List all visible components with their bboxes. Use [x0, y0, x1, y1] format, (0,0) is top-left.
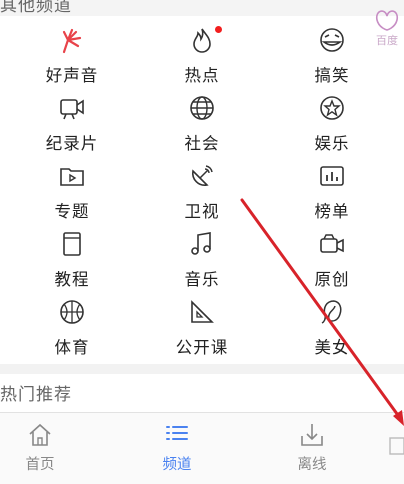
hot-recommend-title: 热门推荐	[0, 385, 72, 405]
channel-label: 美女	[314, 338, 350, 357]
hot-indicator-dot	[215, 26, 222, 33]
tab-home[interactable]: 首页	[0, 421, 85, 476]
folder-play-icon	[58, 162, 86, 190]
channel-grid: 好声音 热点 搞笑 纪录片 社会 娱乐 专题 卫视 榜单 教程 音乐 原创 体育…	[0, 22, 404, 362]
channel-item-tutorial[interactable]: 教程	[5, 226, 139, 294]
laugh-face-icon	[318, 26, 346, 54]
channel-item-topics[interactable]: 专题	[5, 158, 139, 226]
channel-item-original[interactable]: 原创	[265, 226, 399, 294]
tab-label: 离线	[297, 457, 327, 473]
channel-label: 体育	[54, 338, 90, 357]
channel-item-music[interactable]: 音乐	[135, 226, 269, 294]
edge-partial-icon	[388, 434, 404, 468]
channel-label: 搞笑	[314, 66, 350, 85]
video-camera-icon	[58, 94, 86, 122]
camcorder-icon	[318, 230, 346, 258]
channel-label: 热点	[184, 66, 220, 85]
channel-item-society[interactable]: 社会	[135, 90, 269, 158]
section-divider	[0, 364, 404, 374]
tab-label: 首页	[25, 457, 55, 473]
list-icon	[166, 426, 188, 440]
flame-icon	[188, 26, 222, 54]
channel-label: 娱乐	[314, 134, 350, 153]
channel-label: 音乐	[184, 270, 220, 289]
channel-item-entertainment[interactable]: 娱乐	[265, 90, 399, 158]
channel-label: 公开课	[175, 338, 229, 357]
channel-item-voice[interactable]: 好声音	[5, 22, 139, 90]
set-square-icon	[188, 298, 216, 326]
channel-item-funny[interactable]: 搞笑	[265, 22, 399, 90]
channel-label: 教程	[54, 270, 90, 289]
music-note-icon	[188, 230, 216, 258]
section-title: 其他频道	[0, 0, 72, 16]
basketball-icon	[58, 298, 86, 326]
channel-item-documentary[interactable]: 纪录片	[5, 90, 139, 158]
channel-item-open-course[interactable]: 公开课	[135, 294, 269, 362]
voice-hand-icon	[58, 26, 86, 54]
channel-label: 卫视	[184, 202, 220, 221]
download-icon	[301, 424, 323, 446]
bottom-tab-bar: 首页 频道 离线	[0, 412, 404, 484]
ranking-bars-icon	[318, 162, 346, 190]
channel-label: 榜单	[314, 202, 350, 221]
channel-label: 好声音	[45, 66, 99, 85]
channel-item-sports[interactable]: 体育	[5, 294, 139, 362]
channel-item-ranking[interactable]: 榜单	[265, 158, 399, 226]
channel-label: 专题	[54, 202, 90, 221]
channel-label: 社会	[184, 134, 220, 153]
book-icon	[58, 230, 86, 258]
tab-offline[interactable]: 离线	[267, 421, 357, 476]
globe-icon	[188, 94, 216, 122]
channel-item-hot[interactable]: 热点	[135, 22, 269, 90]
channel-item-beauty[interactable]: 美女	[265, 294, 399, 362]
channel-label: 纪录片	[45, 134, 99, 153]
star-badge-icon	[318, 94, 346, 122]
home-icon	[29, 423, 51, 446]
lady-face-icon	[318, 298, 346, 326]
channel-label: 原创	[314, 270, 350, 289]
tab-channels[interactable]: 频道	[132, 421, 222, 476]
tab-label: 频道	[162, 457, 192, 473]
channel-item-satellite-tv[interactable]: 卫视	[135, 158, 269, 226]
satellite-icon	[188, 162, 216, 190]
